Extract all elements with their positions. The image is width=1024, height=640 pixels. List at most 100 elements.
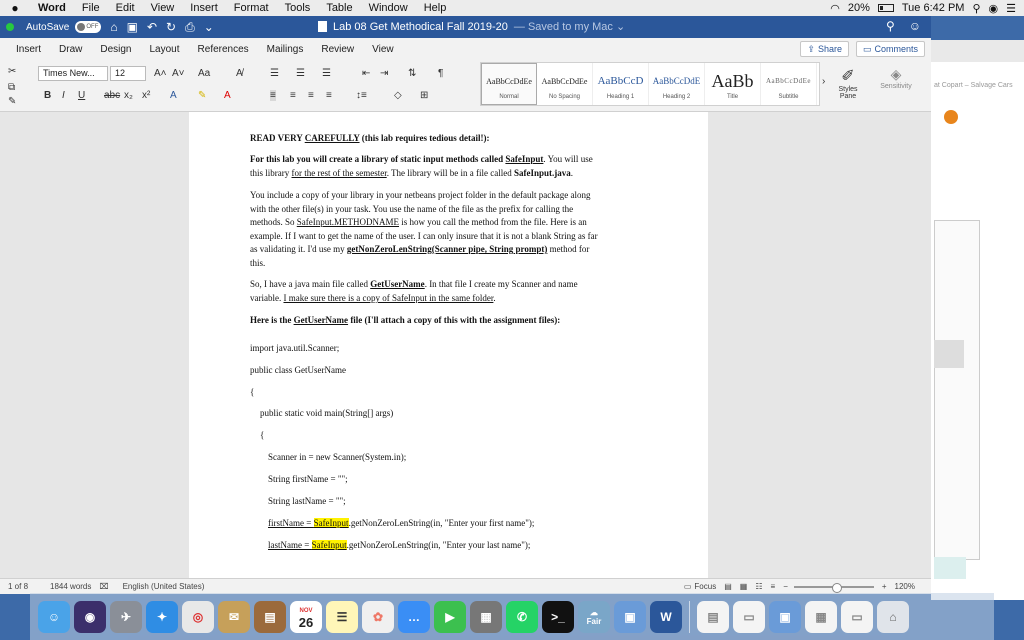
messages-bubble-icon[interactable]: … (398, 600, 430, 633)
style-no-spacing[interactable]: AaBbCcDdEe No Spacing (537, 63, 593, 105)
background-browser-tab-title[interactable]: at Copart – Salvage Cars (934, 82, 1013, 89)
align-center-icon[interactable]: ≡ (290, 90, 296, 101)
grow-font-icon[interactable]: A˄ (154, 68, 167, 79)
zoom-level[interactable]: 120% (895, 582, 915, 591)
safari-compass-icon[interactable]: ✦ (146, 600, 178, 633)
battery-percent[interactable]: 20% (848, 2, 870, 14)
zoom-out-icon[interactable]: − (783, 582, 788, 591)
show-formatting-icon[interactable]: ¶ (438, 68, 443, 79)
document-page[interactable]: READ VERY CAREFULLY (this lab requires t… (189, 112, 708, 578)
whatsapp-icon[interactable]: ✆ (506, 600, 538, 633)
line-spacing-icon[interactable]: ↕≡ (356, 90, 367, 101)
tab-layout[interactable]: Layout (141, 44, 189, 55)
background-browser-tabs[interactable] (931, 40, 1024, 62)
styles-pane-button[interactable]: ✐ Styles Pane (834, 66, 862, 100)
focus-icon[interactable]: ▭ (684, 582, 692, 591)
comments-button[interactable]: ▭ Comments (855, 41, 925, 57)
font-name-select[interactable]: Times New... (38, 66, 108, 81)
highlight-color-icon[interactable]: ✎ (198, 90, 206, 101)
bullets-icon[interactable]: ☰ (270, 68, 279, 79)
autosave-toggle[interactable]: OFF (75, 21, 102, 33)
saved-status[interactable]: — Saved to my Mac ⌄ (514, 20, 625, 33)
spotlight-search-icon[interactable]: ⚲ (972, 2, 980, 15)
calendar-icon[interactable]: NOV 26 (290, 600, 322, 633)
align-right-icon[interactable]: ≡ (308, 90, 314, 101)
sort-icon[interactable]: ⇅ (408, 68, 416, 79)
menu-table[interactable]: Table (318, 2, 360, 14)
text-effects-icon[interactable]: A (170, 90, 177, 101)
search-icon[interactable]: ⚲ (886, 19, 895, 33)
siri-icon[interactable]: ◉ (989, 2, 999, 15)
web-layout-icon[interactable]: ▦ (740, 582, 748, 591)
launchpad-rocket-icon[interactable]: ✈ (110, 600, 142, 633)
trash-icon[interactable]: ⌂ (877, 600, 909, 633)
share-button[interactable]: ⇪ Share (800, 41, 849, 57)
weather-icon[interactable]: ☁ Fair (578, 600, 610, 633)
subscript-icon[interactable]: x₂ (124, 90, 133, 101)
draft-view-icon[interactable]: ≡ (771, 582, 776, 591)
shading-icon[interactable]: ◇ (394, 90, 402, 101)
tab-review[interactable]: Review (312, 44, 363, 55)
photos-flower-icon[interactable]: ✿ (362, 600, 394, 633)
style-subtitle[interactable]: AaBbCcDdEe Subtitle (761, 63, 817, 105)
format-painter-icon[interactable]: ✎ (8, 96, 16, 107)
copy-icon[interactable]: ⧉ (8, 82, 15, 93)
notification-center-icon[interactable]: ☰ (1006, 2, 1016, 15)
justify-icon[interactable]: ≡ (326, 90, 332, 101)
terminal-icon[interactable]: >_ (542, 600, 574, 633)
shrink-font-icon[interactable]: A˅ (172, 68, 185, 79)
preview-thumbnail-icon[interactable]: ▭ (733, 600, 765, 633)
window-zoom-button[interactable] (6, 23, 14, 31)
bold-icon[interactable]: B (44, 90, 51, 101)
menu-tools[interactable]: Tools (277, 2, 319, 14)
notes-icon[interactable]: ☰ (326, 600, 358, 633)
styles-more-chevron-icon[interactable]: › (822, 76, 825, 87)
clock[interactable]: Tue 6:42 PM (902, 2, 965, 14)
borders-icon[interactable]: ⊞ (420, 90, 428, 101)
tab-draw[interactable]: Draw (50, 44, 91, 55)
align-left-icon[interactable]: ≡ (270, 90, 276, 101)
menu-edit[interactable]: Edit (108, 2, 143, 14)
print-layout-icon[interactable]: ▤ (724, 582, 732, 591)
background-button[interactable] (934, 557, 966, 579)
proofing-icon[interactable]: ⌧ (99, 582, 108, 591)
virtualbox-thumbnail-icon[interactable]: ▣ (769, 600, 801, 633)
tab-insert[interactable]: Insert (0, 44, 50, 55)
decrease-indent-icon[interactable]: ⇤ (362, 68, 370, 79)
multilevel-list-icon[interactable]: ☰ (322, 68, 331, 79)
page-count[interactable]: 1 of 8 (8, 582, 28, 591)
zoom-slider[interactable] (793, 582, 874, 593)
menu-insert[interactable]: Insert (182, 2, 226, 14)
document-thumbnail-icon[interactable]: ▤ (697, 600, 729, 633)
style-title[interactable]: AaBb Title (705, 63, 761, 105)
style-heading-1[interactable]: AaBbCcD Heading 1 (593, 63, 649, 105)
tab-view[interactable]: View (363, 44, 403, 55)
screenshot-thumbnail-icon[interactable]: ▦ (805, 600, 837, 633)
tab-design[interactable]: Design (91, 44, 140, 55)
italic-icon[interactable]: I (62, 90, 65, 101)
menu-view[interactable]: View (143, 2, 183, 14)
outline-view-icon[interactable]: ☷ (755, 582, 762, 591)
tab-references[interactable]: References (189, 44, 258, 55)
chrome-icon[interactable]: ◎ (182, 600, 214, 633)
facetime-camera-icon[interactable]: ▶ (434, 600, 466, 633)
finder-icon[interactable]: ☺ (38, 600, 70, 633)
strikethrough-icon[interactable]: abc (104, 90, 120, 101)
siri-icon[interactable]: ◉ (74, 600, 106, 633)
menu-help[interactable]: Help (416, 2, 455, 14)
apple-menu-icon[interactable]: ● (0, 1, 30, 15)
font-size-select[interactable]: 12 (110, 66, 146, 81)
menu-file[interactable]: File (74, 2, 108, 14)
tab-mailings[interactable]: Mailings (258, 44, 313, 55)
document-canvas[interactable]: READ VERY CAREFULLY (this lab requires t… (0, 112, 931, 578)
calculator-icon[interactable]: ▦ (470, 600, 502, 633)
word-app-icon[interactable]: W (650, 600, 682, 633)
language-indicator[interactable]: English (United States) (123, 582, 205, 591)
style-heading-2[interactable]: AaBbCcDdE Heading 2 (649, 63, 705, 105)
print-icon[interactable]: ⎙ (185, 20, 195, 35)
underline-icon[interactable]: U (78, 90, 85, 101)
zoom-in-icon[interactable]: + (882, 582, 887, 591)
avatar[interactable] (944, 110, 958, 124)
save-icon[interactable]: ▣ (127, 20, 138, 34)
redo-icon[interactable]: ↻ (166, 20, 176, 34)
